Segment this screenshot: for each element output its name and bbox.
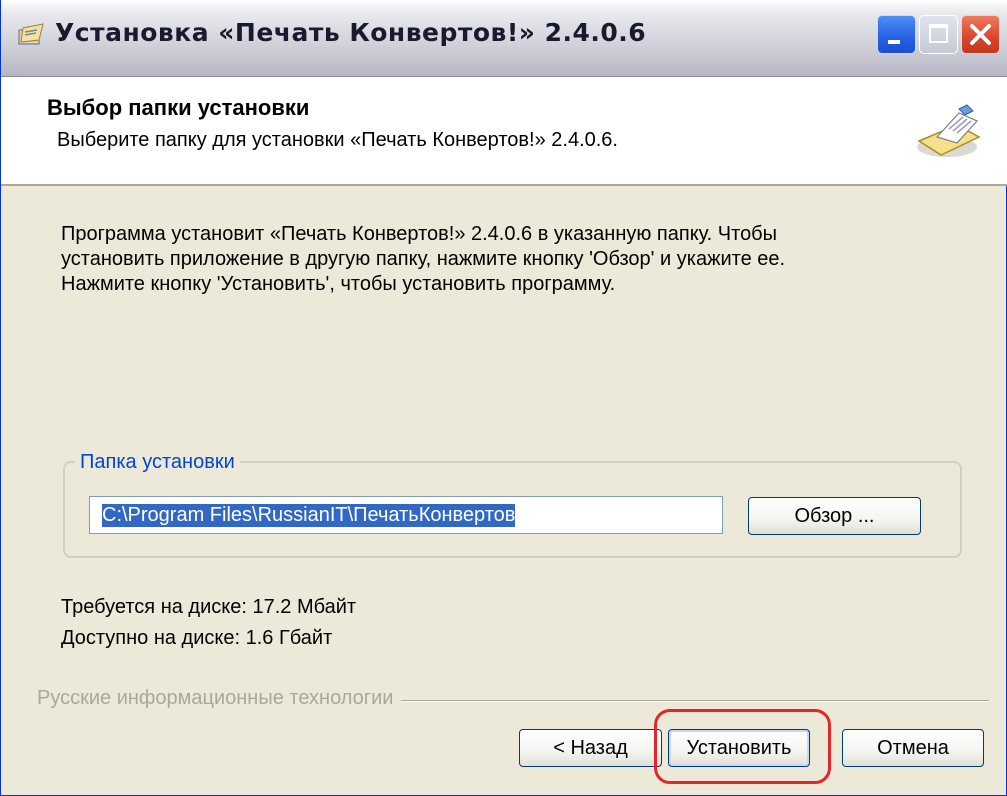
window-title: Установка «Печать Конвертов!» 2.4.0.6 xyxy=(55,18,647,47)
install-button-highlight xyxy=(654,709,831,784)
install-folder-legend: Папка установки xyxy=(75,451,240,474)
minimize-icon xyxy=(888,40,900,44)
instructions-line: Нажмите кнопку 'Установить', чтобы устан… xyxy=(61,273,616,295)
installer-wizard-icon xyxy=(917,104,981,157)
instructions-line: Программа установит «Печать Конвертов!» … xyxy=(61,223,778,245)
browse-button[interactable]: Обзор ... xyxy=(748,497,921,535)
close-button[interactable] xyxy=(961,15,1000,54)
close-icon xyxy=(970,24,991,45)
cancel-button-label: Отмена xyxy=(877,736,949,759)
maximize-icon xyxy=(929,24,948,43)
title-bar[interactable]: Установка «Печать Конвертов!» 2.4.0.6 xyxy=(1,0,1007,77)
back-button[interactable]: < Назад xyxy=(519,729,662,767)
wizard-header: Выбор папки установки Выберите папку для… xyxy=(1,77,1007,186)
page-title: Выбор папки установки xyxy=(47,95,310,120)
browse-button-label: Обзор ... xyxy=(794,504,875,527)
disk-space-available: Доступно на диске: 1.6 Гбайт xyxy=(61,627,333,649)
installer-app-icon xyxy=(18,23,44,45)
install-path-value: C:\Program Files\RussianIT\ПечатьКонверт… xyxy=(102,503,516,527)
minimize-button[interactable] xyxy=(877,15,916,54)
disk-space-required: Требуется на диске: 17.2 Мбайт xyxy=(61,596,357,618)
installer-window: Установка «Печать Конвертов!» 2.4.0.6 Вы… xyxy=(0,0,1007,796)
cancel-button[interactable]: Отмена xyxy=(842,729,984,767)
maximize-button[interactable] xyxy=(919,15,958,54)
brand-label: Русские информационные технологии xyxy=(37,687,402,710)
page-subtitle: Выберите папку для установки «Печать Кон… xyxy=(57,129,618,151)
install-path-field[interactable]: C:\Program Files\RussianIT\ПечатьКонверт… xyxy=(89,496,723,534)
instructions-line: установить приложение в другую папку, на… xyxy=(61,248,786,270)
instructions: Программа установит «Печать Конвертов!» … xyxy=(61,222,941,297)
back-button-label: < Назад xyxy=(553,736,628,759)
